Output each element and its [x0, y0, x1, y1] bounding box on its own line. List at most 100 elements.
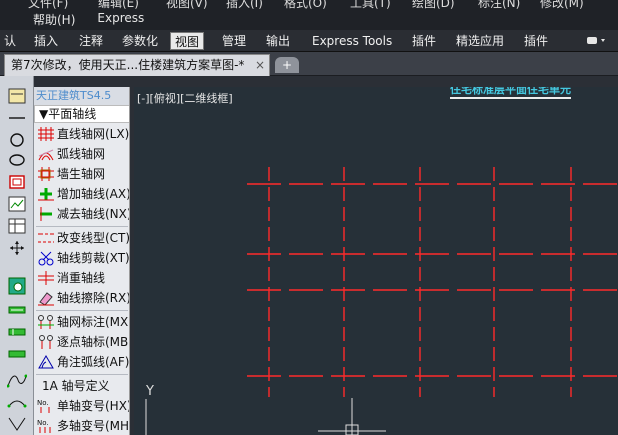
document-tabs: 第7次修改，使用天正...住楼建筑方案草图-* × +: [0, 52, 618, 76]
tarch-item-point-axis-label[interactable]: 逐点轴标(MB): [34, 332, 130, 352]
tab-annotate[interactable]: 注释: [75, 32, 107, 50]
tarch-item-grid-dimension[interactable]: 轴网标注(MX): [34, 312, 130, 332]
tool-dim-3[interactable]: [6, 344, 28, 364]
menu-express[interactable]: Express: [97, 11, 144, 28]
drawing-canvas[interactable]: [-][俯视][二维线框] 住宅标准层平面住宅单元 Y: [134, 87, 618, 435]
tarch-item-label: 轴网标注(MX): [57, 315, 130, 329]
tarch-item-dedupe-axis[interactable]: 消重轴线: [34, 268, 129, 288]
drawing-title-text: 住宅标准层平面住宅单元: [450, 87, 571, 99]
scissors-icon: [38, 251, 54, 266]
tool-arc-dim[interactable]: [6, 392, 28, 412]
move-icon: [10, 241, 24, 255]
ribbon-options-button[interactable]: [586, 34, 610, 48]
tarch-item-label: 逐点轴标(MB): [57, 335, 130, 349]
menu-view[interactable]: 视图(V): [166, 0, 208, 11]
tarch-item-label: 增加轴线(AX): [57, 187, 130, 201]
curve-icon: [7, 374, 27, 388]
close-tab-icon[interactable]: ×: [255, 55, 265, 75]
window-control[interactable]: [596, 0, 618, 30]
menu-format[interactable]: 格式(O): [284, 0, 327, 11]
menu-draw[interactable]: 绘图(D): [412, 0, 455, 11]
tool-properties[interactable]: [6, 86, 28, 106]
tarch-item-multi-renumber[interactable]: No. 多轴变号(MH): [34, 416, 129, 435]
menu-file[interactable]: 文件(F): [28, 0, 68, 11]
single-renum-icon: No.: [37, 399, 50, 413]
tarch-item-single-renumber[interactable]: No. 单轴变号(HX): [34, 396, 130, 416]
tab-parametric[interactable]: 参数化: [118, 32, 162, 50]
angle-icon: [8, 417, 26, 431]
table-icon: [8, 218, 26, 234]
tarch-group-header[interactable]: ▼平面轴线: [34, 105, 129, 123]
menu-dimension[interactable]: 标注(N): [478, 0, 520, 11]
arc-grid-icon: [38, 149, 54, 161]
tool-ellipse[interactable]: [6, 150, 28, 170]
menu-bar: 文件(F) 编辑(E) 视图(V) 插入(I) 格式(O) 工具(T) 绘图(D…: [0, 0, 618, 30]
dimension-3-icon: [8, 350, 26, 358]
tool-curve[interactable]: [6, 370, 28, 390]
tarch-item-axis-number-define[interactable]: 1A 轴号定义: [34, 376, 129, 396]
arc-dim-icon: [7, 400, 27, 408]
add-axis-icon: [38, 188, 54, 201]
tab-manage[interactable]: 管理: [218, 32, 250, 50]
tarch-panel: 天正建筑TS4.5 ▼平面轴线 直线轴网(LX) 弧线轴网 墙生轴网 增加轴线(…: [34, 87, 130, 435]
tab-featured-apps[interactable]: 精选应用: [452, 32, 508, 50]
tarch-item-straight-grid[interactable]: 直线轴网(LX): [34, 124, 130, 144]
tool-table[interactable]: [6, 216, 28, 236]
tool-move[interactable]: [6, 238, 28, 258]
document-tab-title: 第7次修改，使用天正...住楼建筑方案草图-*: [11, 58, 245, 72]
tab-express-tools[interactable]: Express Tools: [308, 32, 396, 50]
tab-plugins-2[interactable]: 插件: [520, 32, 552, 50]
tarch-item-label: 单轴变号(HX): [57, 399, 130, 413]
axis-label-icon: [8, 277, 26, 295]
tarch-item-label: 1A 轴号定义: [42, 379, 110, 393]
dedupe-icon: [38, 271, 54, 285]
tab-default[interactable]: 认: [0, 32, 20, 50]
angle-arc-icon: [38, 355, 54, 369]
tool-dim-2[interactable]: [6, 322, 28, 342]
viewport-controls-label[interactable]: [-][俯视][二维线框]: [137, 90, 233, 106]
tarch-item-add-axis[interactable]: 增加轴线(AX): [34, 184, 130, 204]
tarch-item-arc-grid[interactable]: 弧线轴网: [34, 144, 129, 164]
minimize-ribbon-icon: [587, 37, 605, 44]
tool-angle[interactable]: [6, 414, 28, 434]
tarch-item-angle-arc[interactable]: 角注弧线(AF): [34, 352, 130, 372]
menu-help[interactable]: 帮助(H): [33, 11, 75, 28]
tarch-item-trim-axis[interactable]: 轴线剪裁(XT): [34, 248, 129, 268]
tool-dim-1[interactable]: [6, 300, 28, 320]
tool-circle[interactable]: [6, 130, 28, 150]
chart-icon: [8, 196, 26, 212]
tarch-item-label: 直线轴网(LX): [57, 127, 130, 141]
grid-icon: [38, 127, 54, 141]
tarch-item-change-linetype[interactable]: 改变线型(CT): [34, 228, 129, 248]
point-label-icon: [39, 335, 53, 349]
grid-dim-icon: [38, 315, 54, 329]
tool-line[interactable]: [6, 108, 28, 128]
tab-output[interactable]: 输出: [262, 32, 294, 50]
tool-rectangle[interactable]: [6, 172, 28, 192]
menu-tools[interactable]: 工具(T): [350, 0, 391, 11]
menu-bar-cut-row: 文件(F) 编辑(E) 视图(V) 插入(I) 格式(O) 工具(T) 绘图(D…: [0, 0, 618, 10]
tarch-item-label: 轴线擦除(RX): [57, 291, 130, 305]
new-tab-button[interactable]: +: [275, 57, 299, 73]
tab-insert[interactable]: 插入: [30, 32, 62, 50]
document-tab-active[interactable]: 第7次修改，使用天正...住楼建筑方案草图-* ×: [4, 54, 270, 76]
remove-axis-icon: [40, 207, 52, 221]
tarch-item-label: 消重轴线: [57, 271, 106, 285]
tarch-item-wall-grid[interactable]: 墙生轴网: [34, 164, 129, 184]
tarch-item-remove-axis[interactable]: 减去轴线(NX): [34, 204, 129, 224]
dimension-icon: [8, 306, 26, 314]
svg-text:No.: No.: [37, 399, 49, 407]
menu-insert[interactable]: 插入(I): [226, 0, 263, 11]
tab-view[interactable]: 视图: [170, 32, 205, 50]
draw-toolbar: [0, 76, 34, 435]
tool-axis-label[interactable]: [6, 276, 28, 296]
tarch-item-erase-axis[interactable]: 轴线擦除(RX): [34, 288, 130, 308]
tarch-item-label: 弧线轴网: [57, 147, 106, 161]
tarch-item-label: 角注弧线(AF): [57, 355, 130, 369]
tool-chart[interactable]: [6, 194, 28, 214]
menu-edit[interactable]: 编辑(E): [98, 0, 139, 11]
svg-text:No.: No.: [37, 419, 49, 427]
tarch-item-label: 墙生轴网: [57, 167, 106, 181]
tab-plugins[interactable]: 插件: [408, 32, 440, 50]
menu-modify[interactable]: 修改(M): [540, 0, 584, 11]
